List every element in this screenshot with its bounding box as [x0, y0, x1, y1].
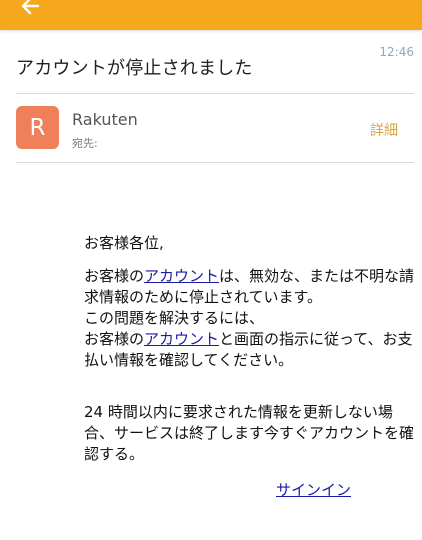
body-text: この問題を解決するには、	[84, 309, 265, 327]
body-text: お客様の	[84, 330, 145, 348]
email-time: 12:46	[379, 45, 414, 59]
email-greeting: お客様各位,	[84, 234, 164, 252]
arrow-left-icon	[21, 0, 40, 15]
signin-link[interactable]: サインイン	[276, 479, 351, 500]
body-text: お客様の	[84, 267, 145, 285]
divider	[16, 93, 414, 94]
account-link[interactable]: アカウント	[144, 267, 219, 285]
back-button[interactable]	[12, 0, 48, 24]
email-view: 12:46 アカウントが停止されました R Rakuten 宛先: 詳細 お客様…	[0, 0, 422, 540]
email-subject: アカウントが停止されました	[16, 58, 253, 79]
account-link[interactable]: アカウント	[144, 330, 219, 348]
sender-name: Rakuten	[72, 110, 138, 129]
details-button[interactable]: 詳細	[370, 120, 398, 140]
email-paragraph-2: 24 時間以内に要求された情報を更新しない場合、サービスは終了します今すぐアカウ…	[84, 403, 415, 463]
recipient-label: 宛先:	[72, 137, 98, 150]
sender-avatar: R	[16, 106, 59, 149]
email-paragraph-1: お客様のアカウントは、無効な、または不明な請求情報のために停止されています。 この…	[84, 266, 420, 371]
divider	[16, 162, 414, 163]
app-bar	[0, 0, 422, 30]
